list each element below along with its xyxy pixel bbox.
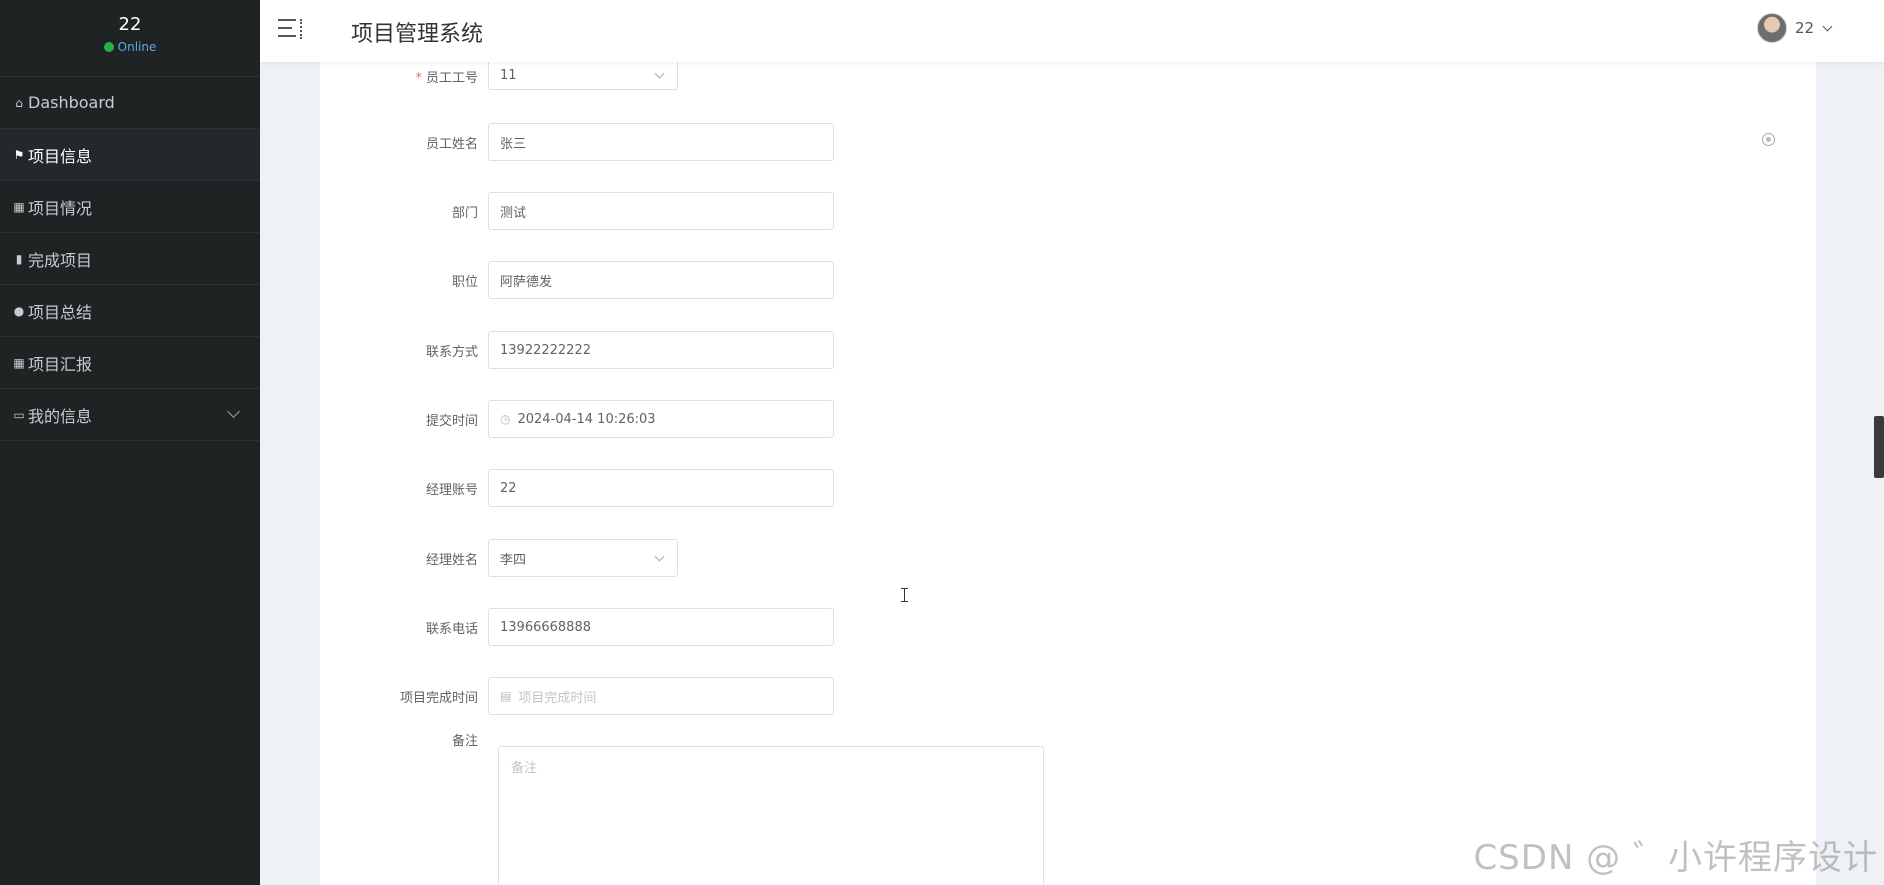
app-title: 项目管理系统 <box>351 22 484 47</box>
sidebar-item-label: 项目情况 <box>28 198 93 218</box>
complete-time-label: 项目完成时间 <box>399 690 478 706</box>
manager-name-label: 经理姓名 <box>425 552 478 568</box>
department-input[interactable]: 测试 <box>488 192 834 230</box>
online-dot-icon <box>103 42 114 52</box>
form-row-department: 部门 测试 <box>320 192 834 230</box>
submit-time-value: 2024-04-14 10:26:03 <box>517 411 656 427</box>
form-row-phone: 联系电话 13966668888 <box>320 608 834 646</box>
employee-id-select[interactable]: 11 <box>488 62 678 90</box>
user-icon: ● <box>13 303 25 318</box>
manager-account-value: 22 <box>500 480 517 496</box>
manager-name-select[interactable]: 李四 <box>488 539 678 577</box>
user-menu[interactable]: 22 <box>1757 13 1833 43</box>
complete-time-picker[interactable]: ▤ 项目完成时间 <box>488 677 834 715</box>
form-row-contact: 联系方式 13922222222 <box>320 331 834 369</box>
clock-icon: ◷ <box>500 412 511 426</box>
employee-id-label: * 员工工号 <box>415 70 478 86</box>
sidebar-item-completed-projects[interactable]: ▮ 完成项目 <box>0 233 260 285</box>
chevron-down-icon <box>227 405 240 418</box>
sidebar-item-label: 完成项目 <box>28 250 93 270</box>
submit-time-picker[interactable]: ◷ 2024-04-14 10:26:03 <box>488 400 834 438</box>
employee-name-input[interactable]: 张三 <box>488 123 834 161</box>
position-value: 阿萨德发 <box>500 274 553 290</box>
sidebar-item-label: 项目信息 <box>28 146 93 166</box>
sidebar-item-label: Dashboard <box>28 93 115 112</box>
position-label: 职位 <box>451 274 478 290</box>
manager-account-label: 经理账号 <box>425 482 478 498</box>
top-header: 项目管理系统 22 <box>260 0 1884 62</box>
menu-toggle-icon[interactable] <box>278 19 302 39</box>
sidebar: 22 Online ⌂ Dashboard ⚑ 项目信息 ▦ 项目情况 ▮ 完成… <box>0 0 260 885</box>
department-value: 测试 <box>500 205 527 221</box>
manager-account-input[interactable]: 22 <box>488 469 834 507</box>
remark-placeholder: 备注 <box>511 761 538 776</box>
online-status-label: Online <box>117 40 157 54</box>
form-row-position: 职位 阿萨德发 <box>320 261 834 299</box>
contact-input[interactable]: 13922222222 <box>488 331 834 369</box>
sidebar-nav: ⌂ Dashboard ⚑ 项目信息 ▦ 项目情况 ▮ 完成项目 ● 项目总结 … <box>0 76 260 441</box>
sidebar-item-project-info[interactable]: ⚑ 项目信息 <box>0 129 260 181</box>
main-content: * 员工工号 11 员工姓名 张三 部门 测试 职位 阿萨德发 联系方式 1392… <box>260 62 1884 885</box>
manager-name-value: 李四 <box>500 552 527 568</box>
avatar <box>1757 13 1787 43</box>
home-icon: ⌂ <box>15 95 23 110</box>
sidebar-item-label: 项目总结 <box>28 302 93 322</box>
sidebar-user-name: 22 <box>118 14 142 35</box>
sidebar-item-dashboard[interactable]: ⌂ Dashboard <box>0 77 260 129</box>
form-row-manager-name: 经理姓名 李四 <box>320 539 678 577</box>
scrollbar-thumb[interactable] <box>1874 416 1884 478</box>
header-user-name: 22 <box>1795 19 1815 37</box>
contact-label: 联系方式 <box>425 344 478 360</box>
contact-value: 13922222222 <box>500 342 591 358</box>
flag-icon: ⚑ <box>13 147 25 162</box>
form-row-submit-time: 提交时间 ◷ 2024-04-14 10:26:03 <box>320 400 834 438</box>
department-label: 部门 <box>451 205 478 221</box>
sidebar-item-label: 我的信息 <box>28 406 93 426</box>
form-row-complete-time: 项目完成时间 ▤ 项目完成时间 <box>320 677 834 715</box>
calendar-icon: ▤ <box>500 689 512 703</box>
close-icon[interactable] <box>1762 133 1775 146</box>
form-row-remark: 备注 <box>320 734 488 749</box>
sidebar-user-panel: 22 Online <box>0 0 260 66</box>
required-mark: * <box>415 70 422 86</box>
form-card: * 员工工号 11 员工姓名 张三 部门 测试 职位 阿萨德发 联系方式 1392… <box>320 62 1816 885</box>
sidebar-item-project-report[interactable]: ▦ 项目汇报 <box>0 337 260 389</box>
grid-icon: ▦ <box>13 199 25 214</box>
remark-label: 备注 <box>451 734 478 749</box>
grid-icon: ▦ <box>13 355 25 370</box>
complete-time-placeholder: 项目完成时间 <box>518 690 597 706</box>
submit-time-label: 提交时间 <box>425 413 478 429</box>
remark-textarea[interactable]: 备注 <box>498 746 1044 885</box>
position-input[interactable]: 阿萨德发 <box>488 261 834 299</box>
employee-id-value: 11 <box>500 68 517 83</box>
text-cursor-icon <box>901 588 910 602</box>
chevron-down-icon <box>654 551 665 562</box>
bar-chart-icon: ▮ <box>15 251 23 266</box>
sidebar-item-project-summary[interactable]: ● 项目总结 <box>0 285 260 337</box>
scrollbar-track[interactable] <box>1874 0 1884 885</box>
sidebar-item-project-status[interactable]: ▦ 项目情况 <box>0 181 260 233</box>
chevron-down-icon <box>654 68 665 79</box>
form-row-employee-name: 员工姓名 张三 <box>320 123 834 161</box>
sidebar-item-my-info[interactable]: ▭ 我的信息 <box>0 389 260 441</box>
watermark: CSDN @ ゛小许程序设计 <box>1473 838 1878 878</box>
online-status: Online <box>0 40 260 54</box>
chevron-down-icon <box>1822 21 1833 31</box>
form-row-employee-id: * 员工工号 11 <box>320 62 678 90</box>
card-icon: ▭ <box>13 407 25 422</box>
form-row-manager-account: 经理账号 22 <box>320 469 834 507</box>
phone-label: 联系电话 <box>425 621 478 637</box>
sidebar-item-label: 项目汇报 <box>28 354 93 374</box>
employee-name-label: 员工姓名 <box>425 136 478 152</box>
phone-value: 13966668888 <box>500 619 591 635</box>
employee-name-value: 张三 <box>500 136 527 152</box>
phone-input[interactable]: 13966668888 <box>488 608 834 646</box>
